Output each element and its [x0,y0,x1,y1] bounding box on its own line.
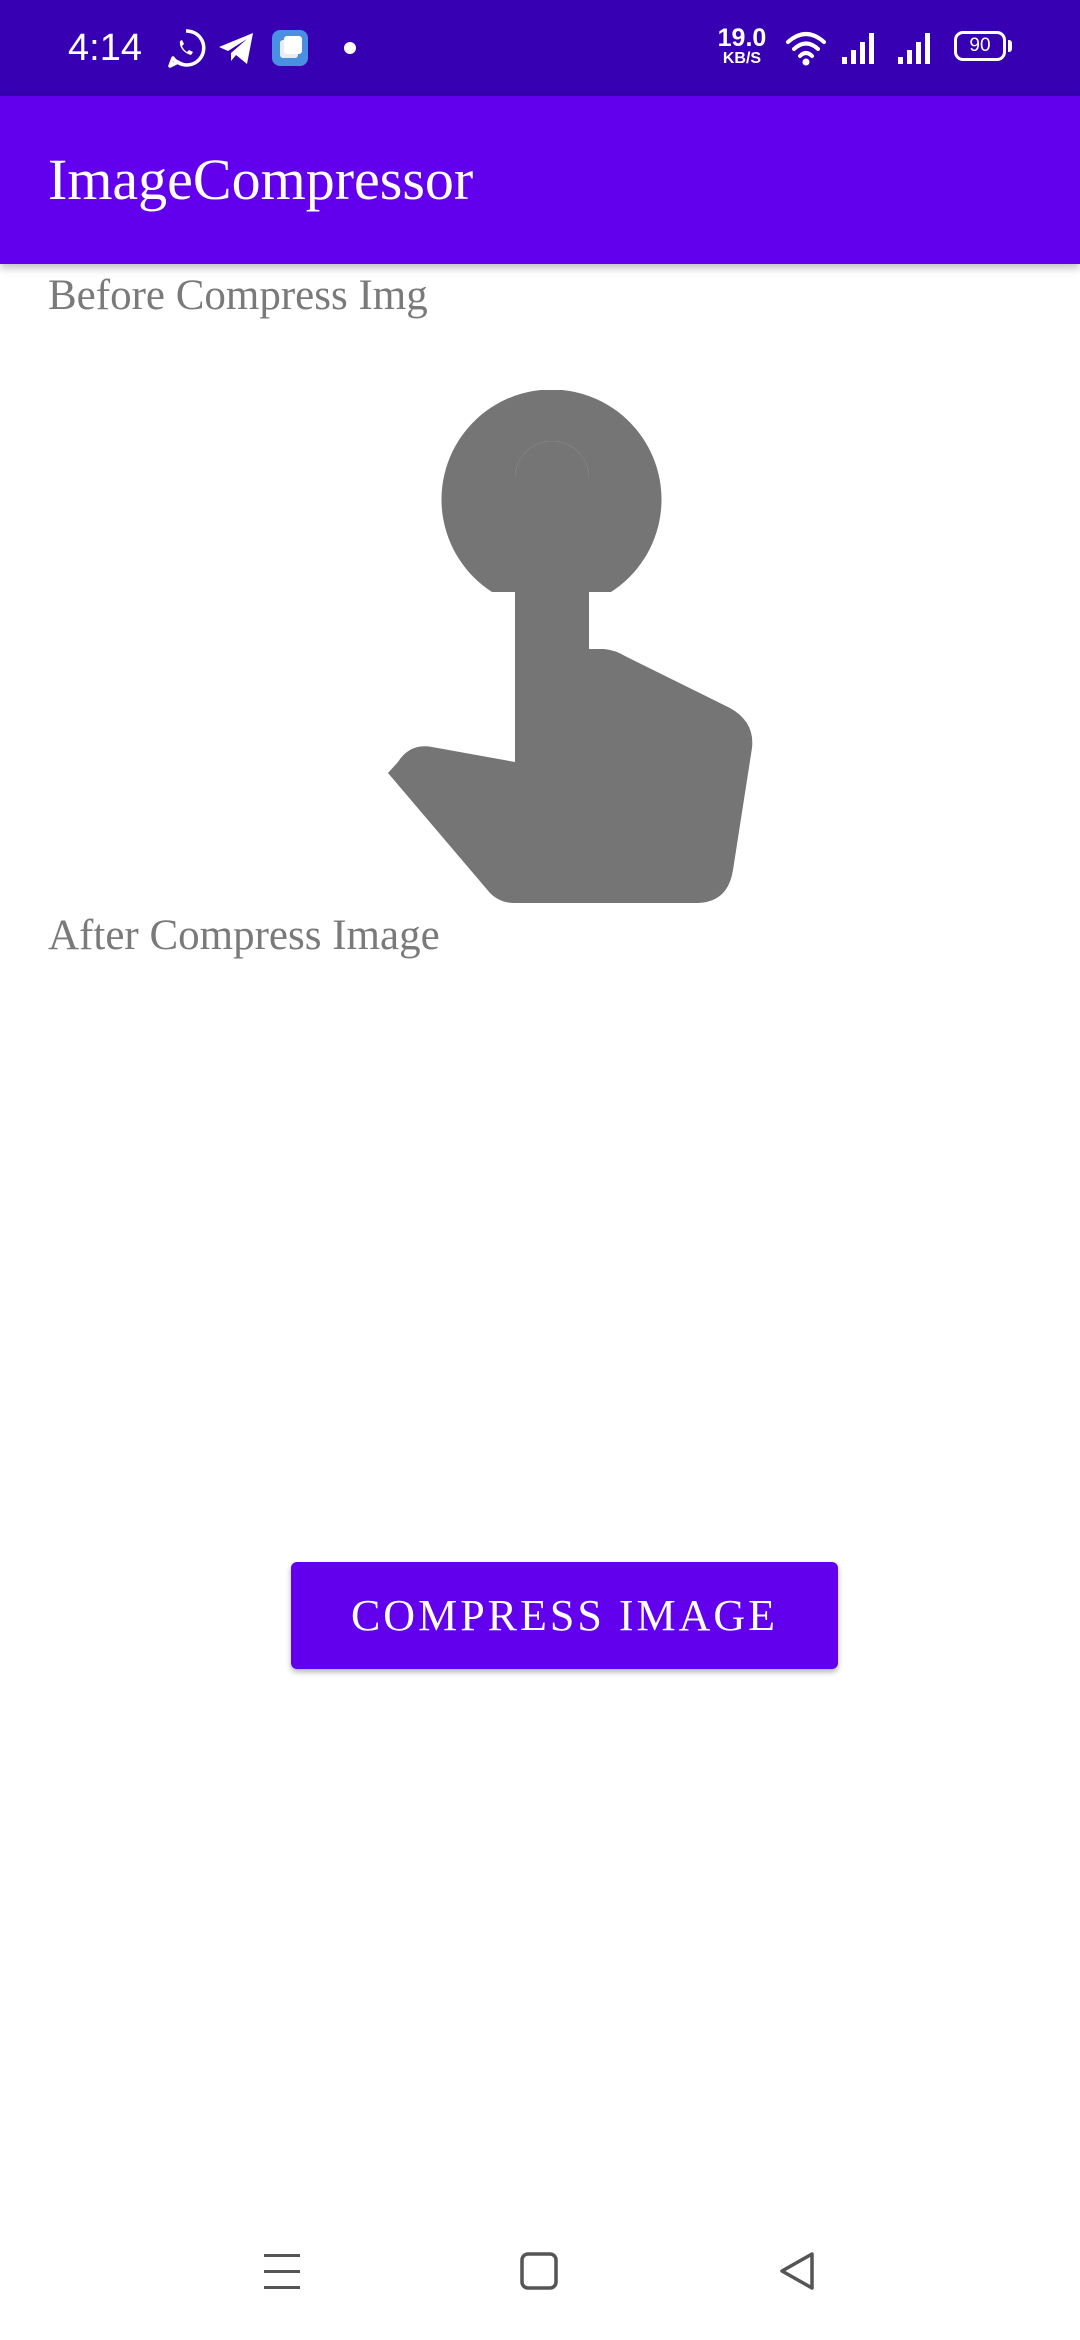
status-time: 4:14 [68,27,142,69]
app-bar: ImageCompressor [0,96,1080,264]
battery-tip [1008,40,1012,52]
after-compress-label: After Compress Image [48,912,440,959]
status-bar: 4:14 19.0 KB/S 90 [0,0,1080,96]
menu-icon[interactable] [232,2232,332,2312]
back-icon[interactable] [748,2232,848,2312]
before-compress-label: Before Compress Img [48,272,428,319]
app-title: ImageCompressor [48,147,474,212]
compress-image-button[interactable]: COMPRESS IMAGE [291,1562,838,1669]
signal-icon [842,33,874,64]
speed-unit: KB/S [722,50,762,67]
wifi-icon [786,32,826,66]
telegram-icon [219,33,253,64]
dot-icon [344,42,356,54]
touch-app-icon[interactable] [385,390,755,910]
signal-icon-2 [898,33,930,64]
speed-value: 19.0 [717,24,767,52]
whatsapp-icon [168,29,206,68]
home-icon[interactable] [490,2232,590,2312]
battery-icon: 90 [954,31,1006,61]
app-notification-icon [272,30,308,66]
network-speed: 19.0 KB/S [712,26,772,68]
